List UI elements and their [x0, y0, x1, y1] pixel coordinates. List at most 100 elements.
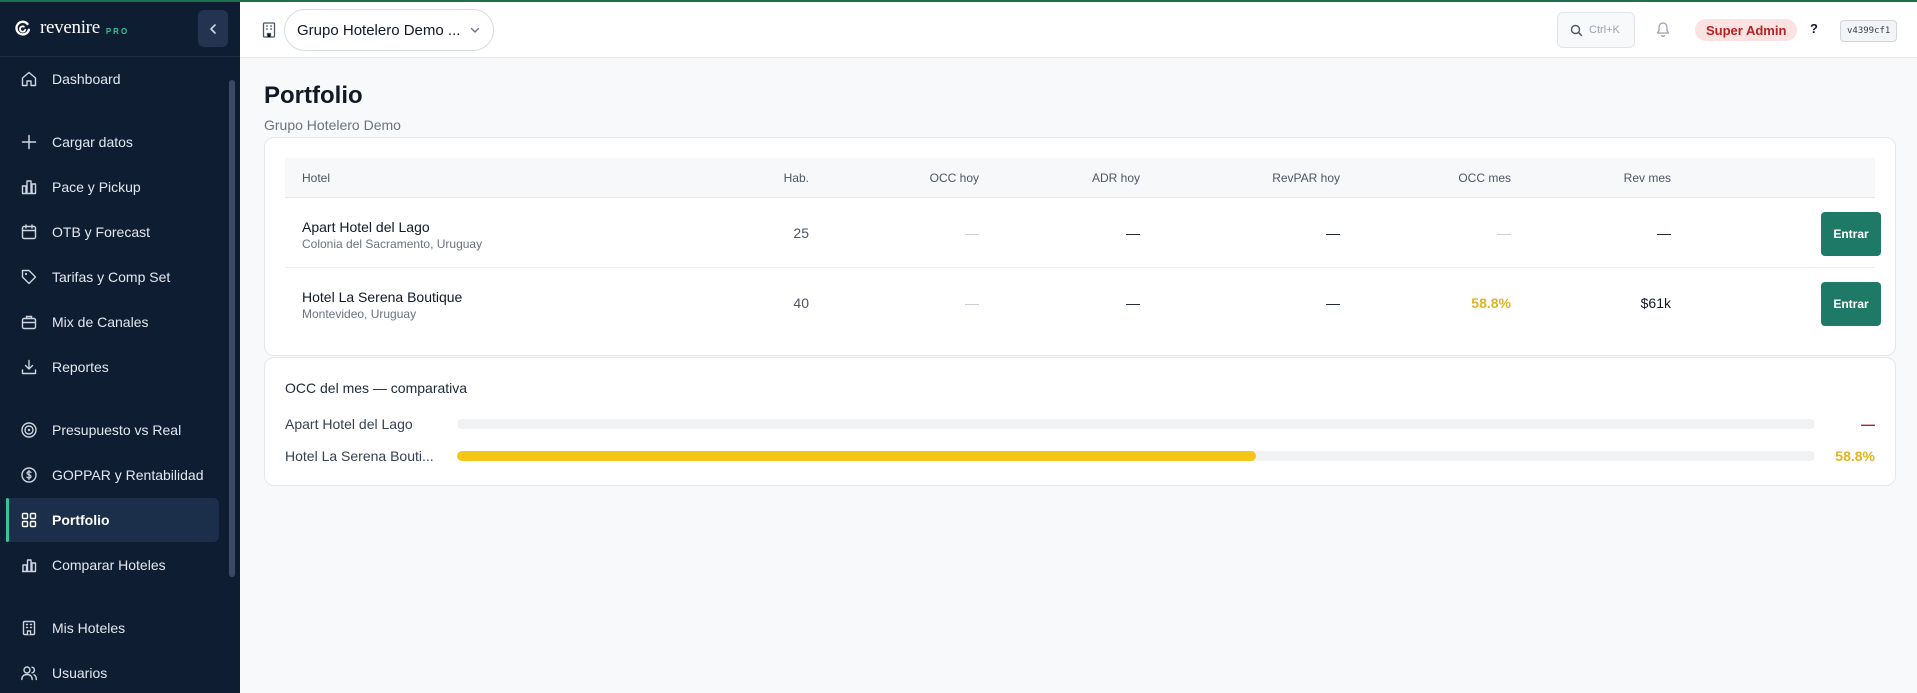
occ-month-cell: — [1497, 225, 1511, 241]
sidebar-item-label: Mis Hoteles [52, 620, 126, 636]
role-badge: Super Admin [1695, 19, 1798, 41]
occ-bar-row: Apart Hotel del Lago — [285, 414, 1875, 434]
table-header: Hotel Hab. OCC hoy ADR hoy RevPAR hoy OC… [285, 158, 1875, 198]
sidebar-item-label: OTB y Forecast [52, 224, 151, 240]
sidebar-item-label: GOPPAR y Rentabilidad [52, 467, 204, 483]
version-badge: v4399cf1 [1840, 20, 1898, 42]
page-title: Portfolio [264, 82, 363, 109]
chevron-left-icon [210, 23, 216, 34]
column-header-adr-today: ADR hoy [1091, 171, 1140, 185]
rooms-cell: 40 [793, 295, 809, 311]
sidebar-item-label: Pace y Pickup [52, 179, 141, 195]
sidebar-item-portfolio[interactable]: Portfolio [6, 498, 219, 542]
search-icon [1570, 24, 1583, 37]
adr-today-cell: — [1126, 295, 1140, 311]
hotel-name: Hotel La Serena Boutique [302, 289, 463, 305]
download-icon [20, 358, 38, 376]
sidebar-item-dashboard[interactable]: Dashboard [6, 57, 219, 101]
grid-icon [20, 511, 38, 529]
sidebar-item-tarifas-comp-set[interactable]: Tarifas y Comp Set [6, 255, 219, 299]
column-header-rev-month: Rev mes [1623, 171, 1671, 185]
column-header-revpar-today: RevPAR hoy [1272, 171, 1340, 185]
org-selector[interactable]: Grupo Hotelero Demo ... [284, 9, 494, 51]
table-row: Apart Hotel del Lago Colonia del Sacrame… [285, 199, 1881, 268]
enter-button[interactable]: Entrar [1821, 282, 1881, 326]
rooms-cell: 25 [793, 225, 809, 241]
rev-month-cell: — [1657, 225, 1671, 241]
top-accent-line [0, 0, 1917, 2]
occ-bar-label: Hotel La Serena Bouti... [285, 448, 434, 464]
help-button[interactable]: ? [1810, 21, 1818, 36]
sidebar-item-label: Presupuesto vs Real [52, 422, 182, 438]
sidebar-item-label: Portfolio [52, 512, 110, 528]
revpar-today-cell: — [1326, 225, 1340, 241]
sidebar-item-goppar[interactable]: GOPPAR y Rentabilidad [6, 453, 219, 497]
occ-comparison-title: OCC del mes — comparativa [285, 380, 468, 396]
sidebar-item-otb-forecast[interactable]: OTB y Forecast [6, 210, 219, 254]
rev-month-cell: $61k [1640, 295, 1671, 311]
building-icon [20, 619, 38, 637]
dollar-icon [20, 466, 38, 484]
column-header-occ-today: OCC hoy [929, 171, 979, 185]
occ-bar-track [457, 451, 1815, 461]
portfolio-table-card: Hotel Hab. OCC hoy ADR hoy RevPAR hoy OC… [264, 137, 1896, 356]
occ-today-cell: — [965, 225, 979, 241]
search-shortcut: Ctrl+K [1589, 24, 1620, 36]
brand-logo-icon [15, 20, 31, 36]
briefcase-icon [20, 313, 38, 331]
sidebar-item-mix-canales[interactable]: Mix de Canales [6, 300, 219, 344]
target-icon [20, 421, 38, 439]
sidebar-item-label: Reportes [52, 359, 109, 375]
building-icon [262, 22, 276, 43]
sidebar-item-mis-hoteles[interactable]: Mis Hoteles [6, 606, 219, 650]
users-icon [20, 664, 38, 682]
brand[interactable]: revenire PRO [0, 0, 240, 57]
column-header-hotel: Hotel [302, 171, 331, 185]
revpar-today-cell: — [1326, 295, 1340, 311]
top-header: Grupo Hotelero Demo ... Ctrl+K Super Adm… [240, 2, 1917, 58]
occ-comparison-card: OCC del mes — comparativa Apart Hotel de… [264, 357, 1896, 486]
sidebar-item-cargar-datos[interactable]: Cargar datos [6, 120, 219, 164]
search-button[interactable]: Ctrl+K [1557, 12, 1635, 48]
home-icon [20, 70, 38, 88]
sidebar-item-label: Comparar Hoteles [52, 557, 166, 573]
hotel-location: Colonia del Sacramento, Uruguay [302, 237, 483, 251]
enter-button[interactable]: Entrar [1821, 212, 1881, 256]
sidebar: revenire PRO Dashboard Cargar datos Pace… [0, 0, 240, 693]
sidebar-item-reportes[interactable]: Reportes [6, 345, 219, 389]
sidebar-item-label: Dashboard [52, 71, 121, 87]
column-header-occ-month: OCC mes [1458, 171, 1511, 185]
tag-icon [20, 268, 38, 286]
sidebar-item-usuarios[interactable]: Usuarios [6, 651, 219, 693]
chevron-down-icon [469, 23, 481, 40]
brand-name: revenire [40, 17, 100, 38]
compare-chart-icon [20, 556, 38, 574]
table-row: Hotel La Serena Boutique Montevideo, Uru… [285, 269, 1881, 338]
sidebar-item-label: Usuarios [52, 665, 108, 681]
column-header-rooms: Hab. [783, 171, 809, 185]
sidebar-item-label: Tarifas y Comp Set [52, 269, 171, 285]
adr-today-cell: — [1126, 225, 1140, 241]
org-selector-value: Grupo Hotelero Demo ... [297, 21, 461, 39]
sidebar-item-label: Cargar datos [52, 134, 133, 150]
bar-chart-icon [20, 178, 38, 196]
occ-today-cell: — [965, 295, 979, 311]
brand-tier: PRO [105, 26, 130, 36]
sidebar-item-pace-pickup[interactable]: Pace y Pickup [6, 165, 219, 209]
sidebar-item-presupuesto-real[interactable]: Presupuesto vs Real [6, 408, 219, 452]
page-subtitle: Grupo Hotelero Demo [264, 117, 401, 133]
occ-bar-row: Hotel La Serena Bouti... 58.8% [285, 446, 1875, 466]
bell-icon[interactable] [1655, 21, 1671, 43]
hotel-name: Apart Hotel del Lago [302, 219, 430, 235]
hotel-location: Montevideo, Uruguay [302, 307, 417, 321]
occ-month-cell: 58.8% [1471, 295, 1511, 311]
sidebar-scrollbar[interactable] [229, 80, 235, 577]
sidebar-item-comparar-hoteles[interactable]: Comparar Hoteles [6, 543, 219, 587]
calendar-icon [20, 223, 38, 241]
plus-icon [20, 133, 38, 151]
collapse-sidebar-button[interactable] [198, 10, 228, 47]
occ-bar-value: 58.8% [1835, 448, 1875, 464]
occ-bar-value: — [1861, 416, 1875, 432]
occ-bar-label: Apart Hotel del Lago [285, 416, 413, 432]
sidebar-item-label: Mix de Canales [52, 314, 149, 330]
